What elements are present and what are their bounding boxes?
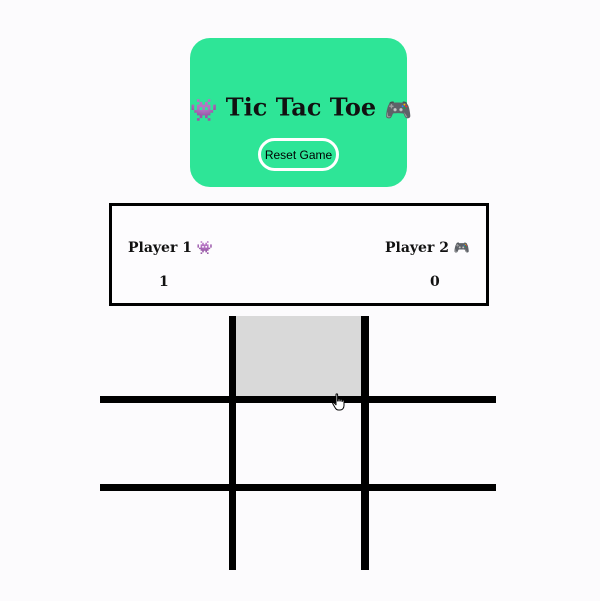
game-title: 👾 Tic Tac Toe 🎮 bbox=[190, 92, 412, 124]
grid-line-horizontal-bottom bbox=[100, 484, 496, 491]
game-controller-icon: 🎮 bbox=[453, 241, 470, 256]
board-cell-6[interactable] bbox=[369, 403, 496, 484]
scoreboard: Player 1 👾 Player 2 🎮 1 0 bbox=[109, 203, 489, 306]
player-1-score: 1 bbox=[159, 274, 169, 290]
game-title-text: Tic Tac Toe bbox=[225, 92, 377, 122]
board-cell-8[interactable] bbox=[236, 491, 361, 570]
player-2-label: Player 2 🎮 bbox=[350, 240, 470, 256]
board-cell-3[interactable] bbox=[369, 316, 496, 396]
alien-monster-icon: 👾 bbox=[196, 241, 214, 256]
board-cell-1[interactable] bbox=[100, 316, 229, 396]
board-cell-4[interactable] bbox=[100, 403, 229, 484]
page: 👾 Tic Tac Toe 🎮 Reset Game Player 1 👾 Pl… bbox=[0, 0, 600, 601]
header-card: 👾 Tic Tac Toe 🎮 Reset Game bbox=[190, 38, 412, 187]
player-2-name: Player 2 bbox=[384, 240, 449, 256]
player-1-label: Player 1 👾 bbox=[128, 240, 248, 256]
grid-line-horizontal-top bbox=[100, 396, 496, 403]
board-cell-9[interactable] bbox=[369, 491, 496, 570]
grid-line-vertical-right bbox=[361, 316, 369, 570]
player-2-score: 0 bbox=[430, 274, 440, 290]
board-cell-7[interactable] bbox=[100, 491, 229, 570]
board-cell-5[interactable] bbox=[236, 403, 361, 484]
player-1-name: Player 1 bbox=[128, 240, 192, 256]
alien-monster-icon: 👾 bbox=[190, 98, 218, 124]
grid-line-vertical-left bbox=[229, 316, 236, 570]
board-cell-2[interactable] bbox=[236, 316, 361, 396]
game-controller-icon: 🎮 bbox=[384, 98, 412, 124]
reset-game-button[interactable]: Reset Game bbox=[258, 138, 339, 171]
